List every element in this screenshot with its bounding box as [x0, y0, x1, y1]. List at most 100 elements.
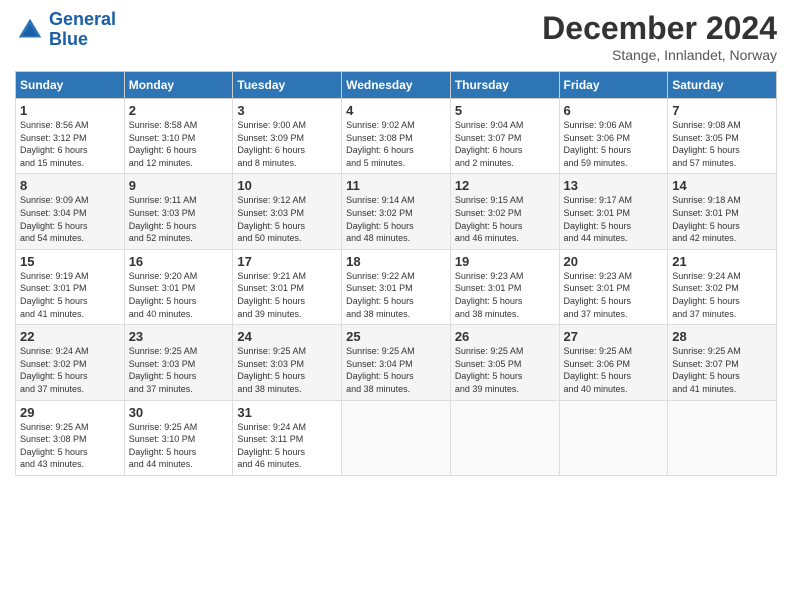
- day-number: 7: [672, 103, 772, 118]
- day-number: 19: [455, 254, 555, 269]
- day-number: 26: [455, 329, 555, 344]
- logo-icon: [15, 15, 45, 45]
- day-number: 28: [672, 329, 772, 344]
- day-cell: 31Sunrise: 9:24 AM Sunset: 3:11 PM Dayli…: [233, 400, 342, 475]
- day-info: Sunrise: 8:58 AM Sunset: 3:10 PM Dayligh…: [129, 119, 229, 169]
- day-cell: 9Sunrise: 9:11 AM Sunset: 3:03 PM Daylig…: [124, 174, 233, 249]
- day-info: Sunrise: 9:17 AM Sunset: 3:01 PM Dayligh…: [564, 194, 664, 244]
- header-row: SundayMondayTuesdayWednesdayThursdayFrid…: [16, 72, 777, 99]
- day-number: 12: [455, 178, 555, 193]
- col-header-friday: Friday: [559, 72, 668, 99]
- day-number: 23: [129, 329, 229, 344]
- day-info: Sunrise: 9:11 AM Sunset: 3:03 PM Dayligh…: [129, 194, 229, 244]
- day-cell: 26Sunrise: 9:25 AM Sunset: 3:05 PM Dayli…: [450, 325, 559, 400]
- day-cell: 2Sunrise: 8:58 AM Sunset: 3:10 PM Daylig…: [124, 99, 233, 174]
- day-cell: 20Sunrise: 9:23 AM Sunset: 3:01 PM Dayli…: [559, 249, 668, 324]
- day-cell: 19Sunrise: 9:23 AM Sunset: 3:01 PM Dayli…: [450, 249, 559, 324]
- day-cell: 14Sunrise: 9:18 AM Sunset: 3:01 PM Dayli…: [668, 174, 777, 249]
- day-cell: 5Sunrise: 9:04 AM Sunset: 3:07 PM Daylig…: [450, 99, 559, 174]
- day-cell: 8Sunrise: 9:09 AM Sunset: 3:04 PM Daylig…: [16, 174, 125, 249]
- day-number: 10: [237, 178, 337, 193]
- day-cell: 1Sunrise: 8:56 AM Sunset: 3:12 PM Daylig…: [16, 99, 125, 174]
- day-info: Sunrise: 9:25 AM Sunset: 3:10 PM Dayligh…: [129, 421, 229, 471]
- day-info: Sunrise: 9:09 AM Sunset: 3:04 PM Dayligh…: [20, 194, 120, 244]
- week-row-5: 29Sunrise: 9:25 AM Sunset: 3:08 PM Dayli…: [16, 400, 777, 475]
- col-header-saturday: Saturday: [668, 72, 777, 99]
- day-number: 22: [20, 329, 120, 344]
- day-cell: 21Sunrise: 9:24 AM Sunset: 3:02 PM Dayli…: [668, 249, 777, 324]
- logo-text: General Blue: [49, 10, 116, 50]
- day-number: 11: [346, 178, 446, 193]
- day-cell: 10Sunrise: 9:12 AM Sunset: 3:03 PM Dayli…: [233, 174, 342, 249]
- day-number: 24: [237, 329, 337, 344]
- day-cell: 17Sunrise: 9:21 AM Sunset: 3:01 PM Dayli…: [233, 249, 342, 324]
- day-number: 29: [20, 405, 120, 420]
- day-info: Sunrise: 9:25 AM Sunset: 3:03 PM Dayligh…: [237, 345, 337, 395]
- col-header-thursday: Thursday: [450, 72, 559, 99]
- day-number: 9: [129, 178, 229, 193]
- day-info: Sunrise: 9:24 AM Sunset: 3:11 PM Dayligh…: [237, 421, 337, 471]
- day-number: 3: [237, 103, 337, 118]
- day-info: Sunrise: 9:25 AM Sunset: 3:04 PM Dayligh…: [346, 345, 446, 395]
- day-number: 25: [346, 329, 446, 344]
- day-cell: [559, 400, 668, 475]
- day-number: 13: [564, 178, 664, 193]
- day-info: Sunrise: 9:24 AM Sunset: 3:02 PM Dayligh…: [672, 270, 772, 320]
- day-info: Sunrise: 9:06 AM Sunset: 3:06 PM Dayligh…: [564, 119, 664, 169]
- day-number: 14: [672, 178, 772, 193]
- day-number: 21: [672, 254, 772, 269]
- day-cell: 4Sunrise: 9:02 AM Sunset: 3:08 PM Daylig…: [342, 99, 451, 174]
- day-cell: [450, 400, 559, 475]
- day-cell: 23Sunrise: 9:25 AM Sunset: 3:03 PM Dayli…: [124, 325, 233, 400]
- day-cell: 29Sunrise: 9:25 AM Sunset: 3:08 PM Dayli…: [16, 400, 125, 475]
- col-header-monday: Monday: [124, 72, 233, 99]
- day-cell: 11Sunrise: 9:14 AM Sunset: 3:02 PM Dayli…: [342, 174, 451, 249]
- subtitle: Stange, Innlandet, Norway: [542, 47, 777, 63]
- day-number: 8: [20, 178, 120, 193]
- day-number: 18: [346, 254, 446, 269]
- day-number: 27: [564, 329, 664, 344]
- day-cell: 22Sunrise: 9:24 AM Sunset: 3:02 PM Dayli…: [16, 325, 125, 400]
- day-number: 1: [20, 103, 120, 118]
- day-cell: 3Sunrise: 9:00 AM Sunset: 3:09 PM Daylig…: [233, 99, 342, 174]
- day-info: Sunrise: 9:04 AM Sunset: 3:07 PM Dayligh…: [455, 119, 555, 169]
- day-cell: 16Sunrise: 9:20 AM Sunset: 3:01 PM Dayli…: [124, 249, 233, 324]
- day-cell: 7Sunrise: 9:08 AM Sunset: 3:05 PM Daylig…: [668, 99, 777, 174]
- day-number: 6: [564, 103, 664, 118]
- day-number: 17: [237, 254, 337, 269]
- calendar-table: SundayMondayTuesdayWednesdayThursdayFrid…: [15, 71, 777, 476]
- day-cell: 12Sunrise: 9:15 AM Sunset: 3:02 PM Dayli…: [450, 174, 559, 249]
- day-number: 5: [455, 103, 555, 118]
- day-info: Sunrise: 9:18 AM Sunset: 3:01 PM Dayligh…: [672, 194, 772, 244]
- week-row-3: 15Sunrise: 9:19 AM Sunset: 3:01 PM Dayli…: [16, 249, 777, 324]
- day-info: Sunrise: 9:00 AM Sunset: 3:09 PM Dayligh…: [237, 119, 337, 169]
- main-container: General Blue December 2024 Stange, Innla…: [0, 0, 792, 486]
- header: General Blue December 2024 Stange, Innla…: [15, 10, 777, 63]
- day-info: Sunrise: 9:24 AM Sunset: 3:02 PM Dayligh…: [20, 345, 120, 395]
- day-info: Sunrise: 9:23 AM Sunset: 3:01 PM Dayligh…: [564, 270, 664, 320]
- day-cell: 18Sunrise: 9:22 AM Sunset: 3:01 PM Dayli…: [342, 249, 451, 324]
- day-info: Sunrise: 9:19 AM Sunset: 3:01 PM Dayligh…: [20, 270, 120, 320]
- day-number: 20: [564, 254, 664, 269]
- day-number: 4: [346, 103, 446, 118]
- col-header-sunday: Sunday: [16, 72, 125, 99]
- day-cell: 24Sunrise: 9:25 AM Sunset: 3:03 PM Dayli…: [233, 325, 342, 400]
- day-number: 30: [129, 405, 229, 420]
- main-title: December 2024: [542, 10, 777, 47]
- day-number: 16: [129, 254, 229, 269]
- day-info: Sunrise: 9:12 AM Sunset: 3:03 PM Dayligh…: [237, 194, 337, 244]
- day-cell: [342, 400, 451, 475]
- day-info: Sunrise: 9:20 AM Sunset: 3:01 PM Dayligh…: [129, 270, 229, 320]
- day-info: Sunrise: 9:25 AM Sunset: 3:05 PM Dayligh…: [455, 345, 555, 395]
- day-cell: 30Sunrise: 9:25 AM Sunset: 3:10 PM Dayli…: [124, 400, 233, 475]
- day-info: Sunrise: 9:25 AM Sunset: 3:07 PM Dayligh…: [672, 345, 772, 395]
- day-cell: 25Sunrise: 9:25 AM Sunset: 3:04 PM Dayli…: [342, 325, 451, 400]
- day-info: Sunrise: 9:25 AM Sunset: 3:03 PM Dayligh…: [129, 345, 229, 395]
- day-info: Sunrise: 9:25 AM Sunset: 3:08 PM Dayligh…: [20, 421, 120, 471]
- col-header-tuesday: Tuesday: [233, 72, 342, 99]
- week-row-4: 22Sunrise: 9:24 AM Sunset: 3:02 PM Dayli…: [16, 325, 777, 400]
- day-info: Sunrise: 9:22 AM Sunset: 3:01 PM Dayligh…: [346, 270, 446, 320]
- day-info: Sunrise: 9:25 AM Sunset: 3:06 PM Dayligh…: [564, 345, 664, 395]
- day-cell: [668, 400, 777, 475]
- day-cell: 13Sunrise: 9:17 AM Sunset: 3:01 PM Dayli…: [559, 174, 668, 249]
